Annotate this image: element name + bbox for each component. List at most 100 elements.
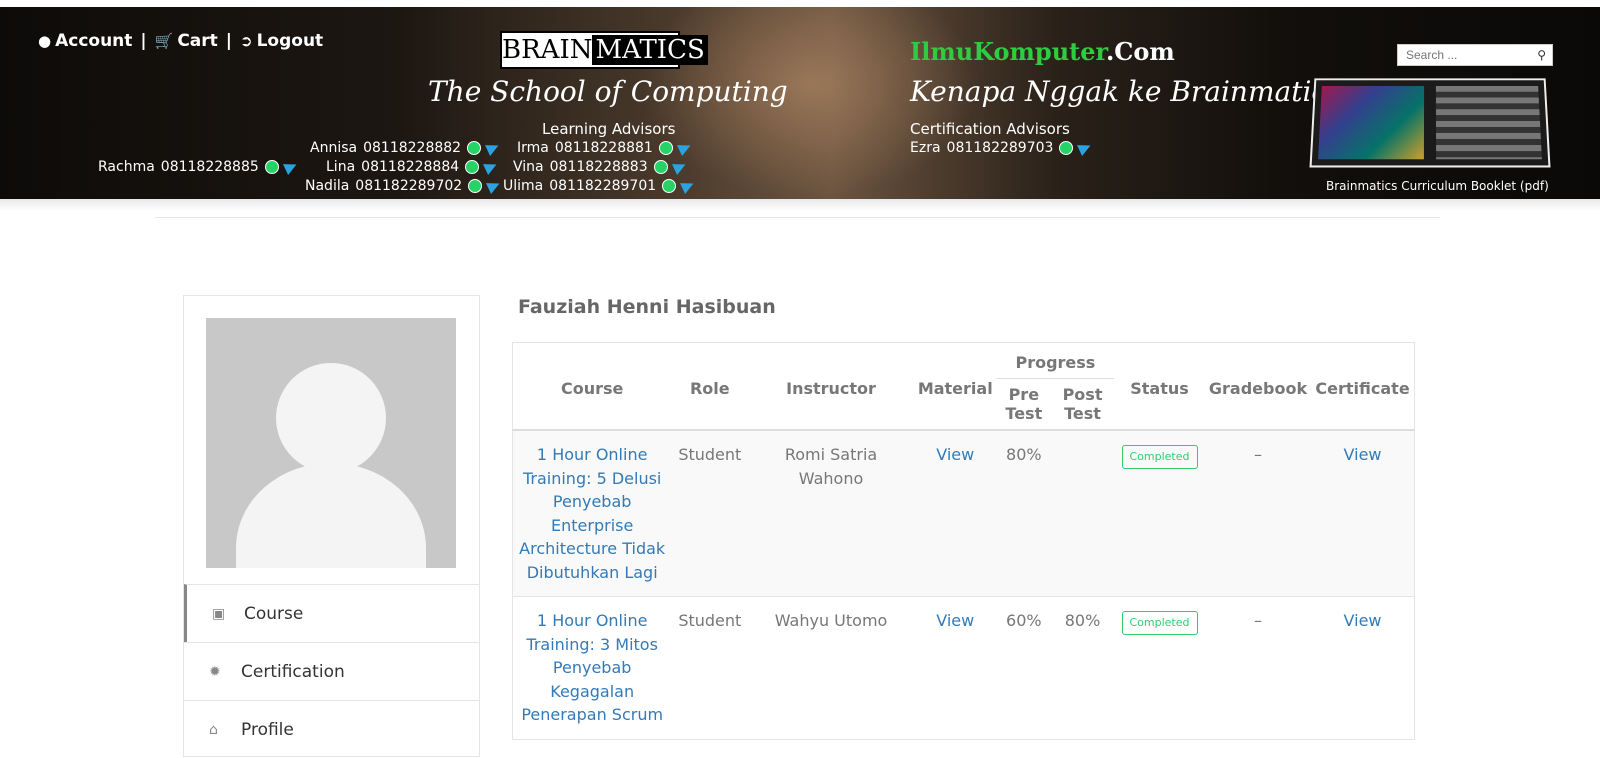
sidebar-item-certification[interactable]: ✹ Certification (184, 642, 479, 700)
contact-phone: 08118228883 (549, 159, 648, 175)
contact-vina[interactable]: Vina 08118228883 (513, 159, 688, 175)
nav-separator: | (140, 31, 147, 51)
contact-phone: 08118228885 (160, 159, 259, 175)
col-course: Course (560, 378, 624, 398)
whatsapp-icon[interactable] (662, 179, 677, 193)
contact-nadila[interactable]: Nadila 081182289702 (305, 178, 503, 194)
contact-name: Annisa (310, 140, 358, 156)
contact-phone: 08118228884 (361, 159, 460, 175)
course-link[interactable]: 1 Hour Online Training: 5 Delusi Penyeba… (513, 430, 672, 597)
sidebar-item-label: Profile (241, 719, 294, 740)
contact-annisa[interactable]: Annisa 08118228882 (310, 140, 502, 156)
telegram-icon[interactable] (486, 178, 503, 194)
whatsapp-icon[interactable] (653, 160, 668, 174)
pre-label-1: Pre (1008, 385, 1040, 404)
telegram-icon[interactable] (680, 178, 697, 194)
status-cell: Completed (1114, 430, 1205, 597)
col-progress: Progress (996, 342, 1115, 379)
telegram-icon[interactable] (676, 140, 693, 156)
logo-text-right: MATICS (592, 35, 708, 65)
avatar-head (276, 363, 386, 473)
contact-name: Irma (517, 140, 549, 156)
telegram-icon[interactable] (485, 140, 502, 156)
contact-name: Nadila (305, 178, 350, 194)
col-material: Material (917, 378, 993, 398)
post-label-2: Test (1064, 404, 1101, 423)
whatsapp-icon[interactable] (658, 141, 673, 155)
pre-test-cell: 60% (1006, 611, 1042, 630)
logout-label: Logout (256, 31, 324, 51)
header-shadow (0, 199, 1600, 211)
contact-phone: 08118228881 (554, 140, 653, 156)
contact-lina[interactable]: Lina 08118228884 (326, 159, 500, 175)
header-banner: ● Account | 🛒 Cart | ➲ Logout BRAIN MATICS T… (0, 7, 1600, 199)
whatsapp-icon[interactable] (1059, 141, 1074, 155)
cart-label: Cart (177, 31, 218, 51)
contact-ezra[interactable]: Ezra 081182289703 (910, 140, 1094, 156)
role-cell: Student (678, 445, 742, 464)
cart-icon: 🛒 (154, 31, 174, 50)
cart-link[interactable]: 🛒 Cart (155, 31, 218, 51)
profile-sidebar: ▣ Course ✹ Certification ⌂ Profile (183, 295, 480, 757)
pre-test-cell: 80% (1006, 445, 1042, 464)
logo-text-left: BRAIN (502, 35, 593, 65)
certificate-view-link[interactable]: View (1311, 597, 1414, 740)
pre-label-2: Test (1005, 404, 1043, 423)
contact-ulima[interactable]: Ulima 081182289701 (503, 178, 697, 194)
course-link[interactable]: 1 Hour Online Training: 3 Mitos Penyebab… (513, 597, 672, 740)
account-label: Account (55, 31, 133, 51)
sidebar-item-label: Course (244, 603, 304, 624)
brainmatics-logo[interactable]: BRAIN MATICS (500, 31, 708, 69)
home-icon: ⌂ (209, 721, 218, 738)
logout-link[interactable]: ➲ Logout (240, 31, 323, 51)
tagline-left: The School of Computing (428, 75, 788, 108)
material-view-link[interactable]: View (914, 430, 997, 597)
certification-advisors-title: Certification Advisors (910, 120, 1070, 138)
telegram-icon[interactable] (282, 159, 299, 175)
search-icon[interactable]: ⚲ (1537, 49, 1546, 61)
col-status: Status (1130, 378, 1189, 398)
whatsapp-icon[interactable] (467, 141, 482, 155)
post-label-1: Post (1062, 385, 1103, 404)
account-link[interactable]: ● Account (38, 31, 132, 51)
status-badge: Completed (1121, 445, 1198, 469)
telegram-icon[interactable] (1077, 140, 1094, 156)
booklet-caption[interactable]: Brainmatics Curriculum Booklet (pdf) (1326, 179, 1549, 193)
instructor-cell: Wahyu Utomo (774, 611, 888, 630)
nav-separator: | (225, 31, 233, 51)
post-test-cell: 80% (1064, 611, 1101, 630)
search-input[interactable] (1404, 47, 1528, 63)
instructor-cell: Romi Satria Wahono (784, 445, 878, 488)
col-instructor: Instructor (786, 378, 876, 398)
whatsapp-icon[interactable] (468, 179, 483, 193)
top-nav: ● Account | 🛒 Cart | ➲ Logout (38, 31, 323, 51)
avatar (206, 318, 456, 568)
telegram-icon[interactable] (483, 159, 500, 175)
ilmu-text-white: .Com (1105, 37, 1175, 66)
avatar-body (236, 463, 426, 568)
contact-irma[interactable]: Irma 08118228881 (517, 140, 693, 156)
sidebar-item-profile[interactable]: ⌂ Profile (184, 700, 479, 758)
col-pre-test: Pre Test (997, 379, 1051, 431)
col-gradebook: Gradebook (1208, 378, 1308, 398)
role-cell: Student (678, 611, 742, 630)
contact-name: Ulima (503, 178, 544, 194)
table-header: Course Role Instructor Material Progress… (512, 342, 1415, 431)
whatsapp-icon[interactable] (264, 160, 279, 174)
certificate-icon: ✹ (209, 663, 221, 680)
learning-advisors-title: Learning Advisors (542, 120, 676, 138)
curriculum-booklet-image[interactable] (1309, 78, 1551, 168)
whatsapp-icon[interactable] (465, 160, 480, 174)
material-view-link[interactable]: View (914, 597, 997, 740)
sidebar-item-course[interactable]: ▣ Course (184, 584, 479, 642)
ilmukomputer-logo[interactable]: IlmuKomputer.Com (910, 37, 1175, 66)
telegram-icon[interactable] (671, 159, 688, 175)
divider (155, 217, 1440, 218)
contact-name: Vina (513, 159, 544, 175)
contact-rachma[interactable]: Rachma 08118228885 (98, 159, 299, 175)
ilmu-text-green: IlmuKomputer (910, 37, 1106, 66)
booklet-page-right (1435, 85, 1542, 160)
certificate-view-link[interactable]: View (1311, 430, 1414, 597)
post-test-cell (1051, 430, 1114, 597)
gradebook-cell: – (1253, 445, 1262, 464)
